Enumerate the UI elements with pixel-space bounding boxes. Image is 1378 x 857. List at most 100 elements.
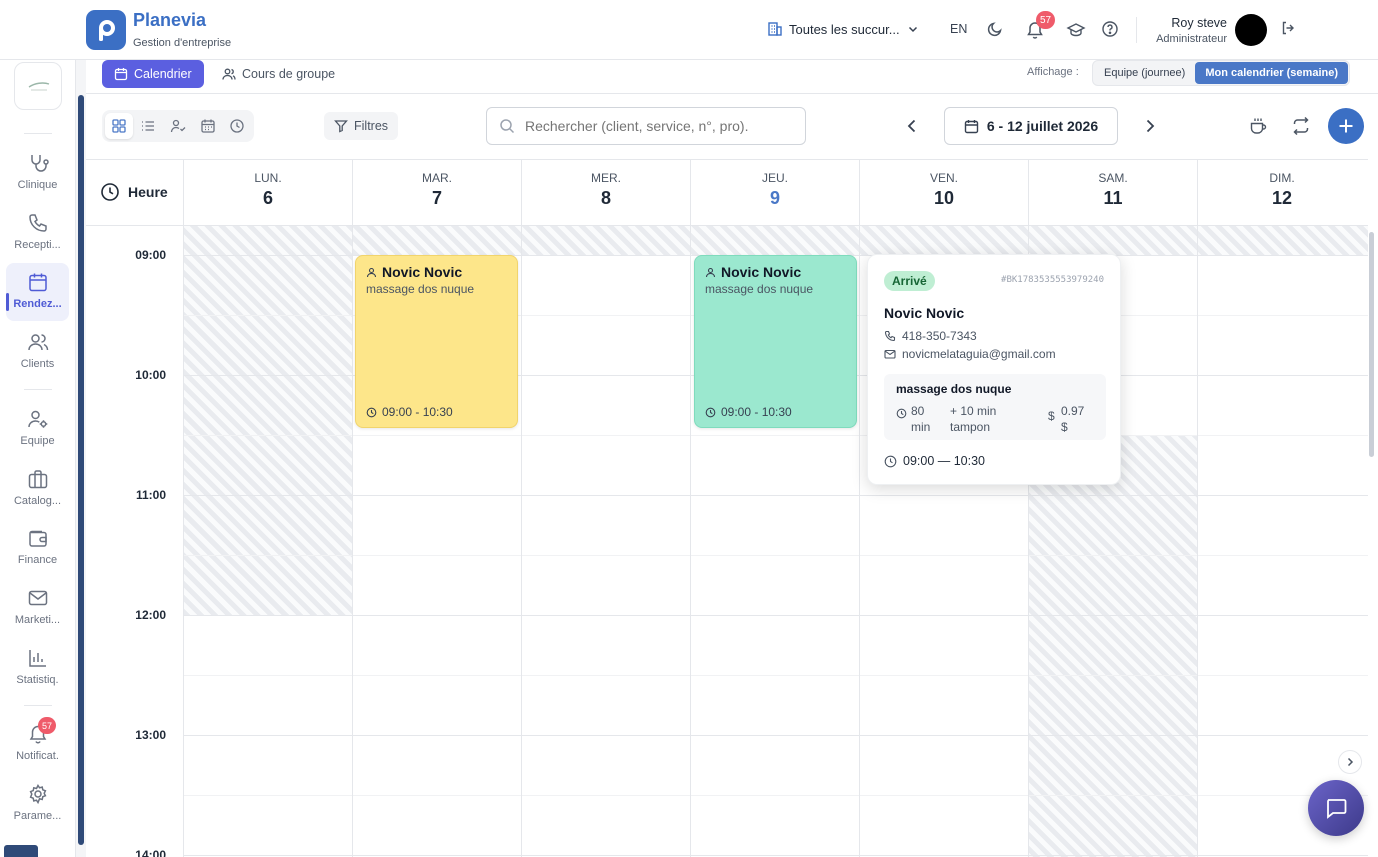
gear-icon <box>29 783 46 805</box>
app-logo[interactable] <box>86 10 126 50</box>
clinic-logo[interactable] <box>14 62 62 110</box>
sidebar-footer-block <box>4 845 38 857</box>
hour-line <box>183 735 1368 736</box>
sidebar-item-rendez-vous[interactable]: Rendez... <box>6 263 69 321</box>
timeline-view-button[interactable] <box>223 113 251 139</box>
sidebar-item-marketing[interactable]: Marketi... <box>6 579 69 637</box>
day-number: 7 <box>431 188 442 208</box>
calendar-icon <box>200 119 215 133</box>
popover-phone[interactable]: 418-350-7343 <box>884 329 977 343</box>
divider <box>1136 17 1137 43</box>
grid-view-button[interactable] <box>105 113 133 139</box>
month-view-button[interactable] <box>194 113 222 139</box>
branch-label: Toutes les succur... <box>789 21 900 37</box>
time-label: 11:00 <box>135 488 166 502</box>
tab-calendrier[interactable]: Calendrier <box>102 60 204 88</box>
display-team-option[interactable]: Equipe (journee) <box>1094 62 1195 84</box>
day-header-tue[interactable]: MAR. 7 <box>352 160 521 226</box>
day-header-sat[interactable]: SAM. 11 <box>1028 160 1197 226</box>
sidebar-item-label: Rendez... <box>13 298 62 310</box>
user-icon <box>366 267 377 277</box>
sidebar-item-equipe[interactable]: Equipe <box>6 400 69 458</box>
half-hour-line <box>183 555 1368 556</box>
appointment-card[interactable]: Novic Novic massage dos nuque 09:00 - 10… <box>694 255 857 428</box>
day-header-mon[interactable]: LUN. 6 <box>183 160 352 226</box>
day-number: 11 <box>1103 188 1123 208</box>
sidebar-item-clinique[interactable]: Clinique <box>6 144 69 202</box>
sidebar-item-catalogue[interactable]: Catalog... <box>6 460 69 518</box>
closed-day-saturday <box>1028 435 1197 857</box>
list-view-button[interactable] <box>135 113 163 139</box>
sidebar-item-label: Clinique <box>17 179 58 191</box>
day-name: MAR. <box>422 171 452 185</box>
clock-icon <box>884 455 897 467</box>
add-appointment-button[interactable] <box>1328 108 1364 144</box>
user-role: Administrateur <box>1156 33 1227 45</box>
clock-icon <box>705 407 716 417</box>
service-name: massage dos nuque <box>896 382 1012 396</box>
next-week-button[interactable] <box>1140 116 1160 136</box>
moon-icon[interactable] <box>986 20 1006 40</box>
day-divider <box>859 226 860 857</box>
filters-button[interactable]: Filtres <box>324 112 399 140</box>
sidebar-item-reception[interactable]: Recepti... <box>6 204 69 262</box>
clock-icon <box>896 408 907 419</box>
logout-icon[interactable] <box>1280 20 1300 40</box>
user-check-icon <box>170 119 186 133</box>
sidebar-item-clients[interactable]: Clients <box>6 323 69 381</box>
duration-value: 80 <box>911 404 925 418</box>
day-header-fri[interactable]: VEN. 10 <box>859 160 1028 226</box>
coffee-break-button[interactable] <box>1248 116 1268 136</box>
day-header-sun[interactable]: DIM. 12 <box>1197 160 1366 226</box>
staff-view-button[interactable] <box>164 113 192 139</box>
sidebar-item-label: Catalog... <box>13 495 62 507</box>
search-box[interactable] <box>486 107 806 145</box>
previous-week-button[interactable] <box>902 116 922 136</box>
language-toggle[interactable]: EN <box>950 22 967 36</box>
view-mode-group <box>102 110 254 142</box>
appointment-popover: Arrivé #BK1783535553979240 Novic Novic 4… <box>867 254 1121 485</box>
day-number: 9 <box>769 188 780 208</box>
swap-button[interactable] <box>1291 116 1311 136</box>
price: 0.97 $ <box>1061 403 1084 435</box>
sidebar-item-parametres[interactable]: Parame... <box>6 775 69 833</box>
day-number: 10 <box>933 188 955 208</box>
branch-selector[interactable]: Toutes les succur... <box>767 21 920 37</box>
day-header-wed[interactable]: MER. 8 <box>521 160 690 226</box>
view-tabs: Calendrier Cours de groupe Affichage : E… <box>86 60 1378 94</box>
scroll-right-button[interactable] <box>1338 750 1362 774</box>
day-divider <box>1197 226 1198 857</box>
list-icon <box>142 121 155 131</box>
day-number: 6 <box>262 188 273 208</box>
search-input[interactable] <box>525 118 795 134</box>
popover-email[interactable]: novicmelataguia@gmail.com <box>884 347 1056 361</box>
appointment-card[interactable]: Novic Novic massage dos nuque 09:00 - 10… <box>355 255 518 428</box>
day-divider <box>521 226 522 857</box>
chevron-right-icon <box>1347 757 1354 767</box>
chat-icon <box>1327 799 1347 819</box>
time-label: 13:00 <box>135 728 166 742</box>
appointment-time-range: 09:00 - 10:30 <box>382 405 453 419</box>
sidebar-scrollbar[interactable] <box>78 95 84 845</box>
divider <box>24 705 52 706</box>
mail-icon <box>884 349 896 359</box>
avatar[interactable] <box>1235 14 1267 46</box>
sidebar-item-statistiques[interactable]: Statistiq. <box>6 639 69 697</box>
booking-id: #BK1783535553979240 <box>1001 275 1104 285</box>
display-my-calendar-option[interactable]: Mon calendrier (semaine) <box>1195 62 1348 84</box>
plus-icon <box>1339 119 1353 133</box>
sidebar-item-finance[interactable]: Finance <box>6 519 69 577</box>
chat-launcher-button[interactable] <box>1308 780 1364 836</box>
help-icon[interactable] <box>1101 20 1121 40</box>
tab-cours-de-groupe[interactable]: Cours de groupe <box>222 60 335 88</box>
day-header-thu[interactable]: JEU. 9 <box>690 160 859 226</box>
date-range-label: 6 - 12 juillet 2026 <box>986 118 1099 134</box>
users-icon <box>27 334 48 351</box>
calendar-icon <box>28 273 47 292</box>
calendar-scrollbar[interactable] <box>1369 232 1374 457</box>
tab-label: Cours de groupe <box>242 67 336 81</box>
time-label: 14:00 <box>135 848 166 857</box>
date-range-picker[interactable]: 6 - 12 juillet 2026 <box>944 107 1118 145</box>
graduation-cap-icon[interactable] <box>1066 20 1086 40</box>
day-name: DIM. <box>1269 171 1295 185</box>
